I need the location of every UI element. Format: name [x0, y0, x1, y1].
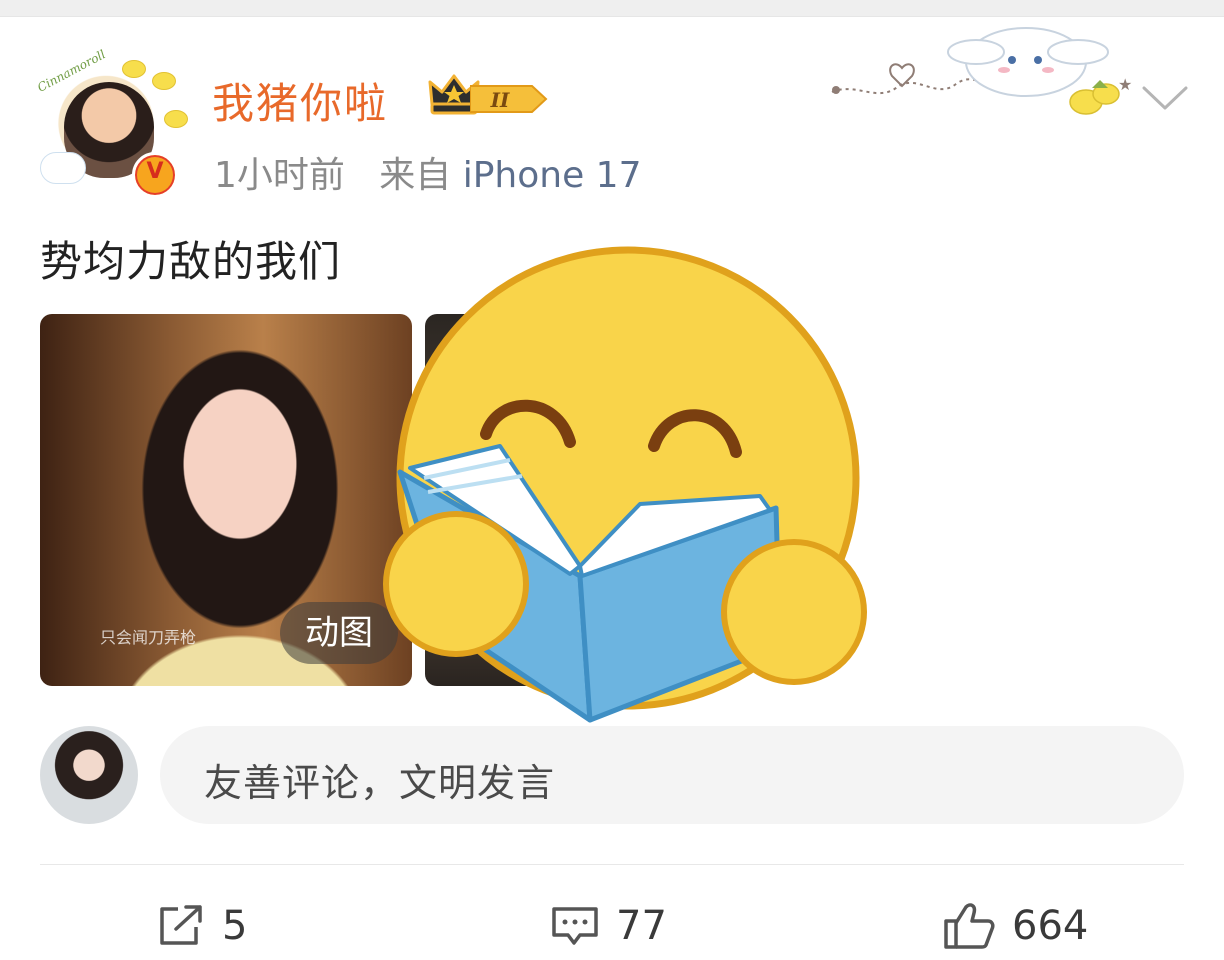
comment-icon [552, 907, 598, 945]
verify-badge-icon: V [132, 152, 178, 198]
author-avatar[interactable]: Cinnamoroll V [34, 47, 188, 200]
verify-mark: V [146, 159, 164, 184]
reading-emoji-icon [383, 246, 867, 723]
comment-count: 77 [616, 903, 667, 949]
status-strip [0, 0, 1224, 17]
lemon-decoration [152, 72, 176, 90]
level-badge-text: II [490, 88, 510, 112]
like-button[interactable]: 664 [942, 900, 1088, 952]
divider [40, 864, 1184, 865]
repost-count: 5 [222, 903, 248, 949]
lemon-decoration [164, 110, 188, 128]
image-caption: 只会闻刀弄枪 [100, 628, 197, 647]
svg-text:★: ★ [1118, 75, 1132, 94]
comment-placeholder: 友善评论，文明发言 [204, 761, 556, 805]
post-source-prefix: 来自 [379, 155, 452, 196]
author-username[interactable]: 我猪你啦 [212, 70, 388, 131]
post-time: 1小时前 [214, 155, 345, 196]
current-user-avatar[interactable] [40, 726, 138, 824]
repost-button[interactable]: 5 [156, 900, 247, 952]
post-image-1[interactable]: 只会闻刀弄枪 动图 [40, 314, 412, 686]
like-icon [944, 903, 995, 949]
post-source[interactable]: iPhone 17 [463, 155, 642, 196]
level-badge-icon: II [470, 85, 548, 113]
comment-input[interactable]: 友善评论，文明发言 [160, 726, 1184, 824]
like-count: 664 [1012, 903, 1089, 949]
cinnamoroll-decoration [40, 152, 86, 184]
repost-icon [160, 905, 202, 945]
post-text: 势均力敌的我们 [40, 237, 342, 286]
post-meta: 1小时前 来自 iPhone 17 [214, 146, 642, 198]
lemon-decoration [122, 60, 146, 78]
chevron-down-icon[interactable] [1140, 82, 1190, 112]
comment-button[interactable]: 77 [550, 900, 667, 952]
card-decoration: ★ [831, 27, 1132, 115]
